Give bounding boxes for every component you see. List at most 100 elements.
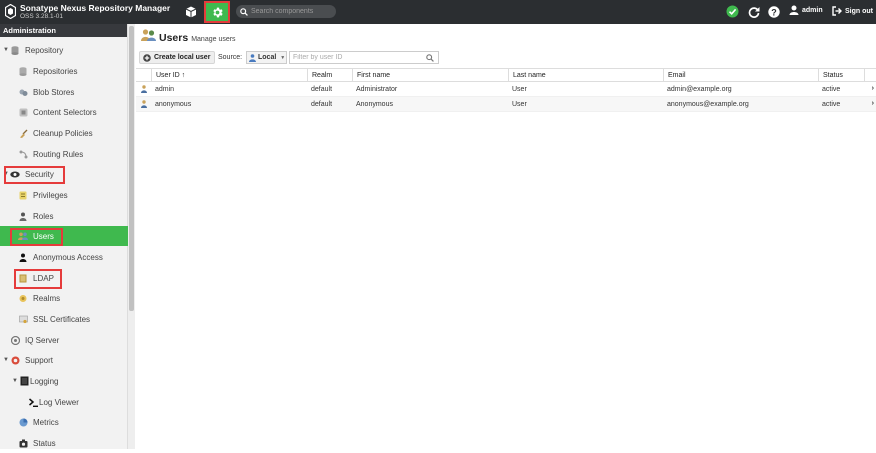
cell-realm: default (311, 85, 333, 93)
sidebar-item-realms[interactable]: Realms (0, 288, 128, 308)
caret-down-icon: ▼ (3, 357, 9, 363)
sidebar-item-label: Users (33, 231, 54, 241)
user-icon (141, 100, 147, 108)
sidebar-item-anonymous-access[interactable]: Anonymous Access (0, 247, 128, 267)
chevron-right-icon[interactable]: › (872, 85, 874, 92)
sidebar-item-repository[interactable]: ▼ Repository (0, 40, 128, 60)
table-row[interactable]: admin default Administrator User admin@e… (136, 82, 876, 97)
caret-down-icon: ▼ (3, 171, 9, 177)
administration-button[interactable] (204, 1, 230, 23)
database-icon (18, 66, 28, 76)
column-header-realm[interactable]: Realm (307, 69, 353, 81)
caret-down-icon: ▼ (12, 378, 18, 384)
ldap-book-icon (18, 273, 28, 283)
sidebar-item-label: IQ Server (25, 335, 60, 345)
status-icon (18, 438, 28, 448)
search-input[interactable] (251, 8, 335, 15)
sidebar-scroll-thumb[interactable] (129, 26, 134, 311)
user-menu[interactable]: admin (789, 5, 823, 15)
sign-out-label: Sign out (845, 7, 873, 15)
realms-icon (18, 293, 28, 303)
user-id-filter[interactable] (289, 51, 439, 64)
sign-out-icon (832, 6, 842, 16)
sidebar-item-metrics[interactable]: Metrics (0, 412, 128, 432)
sidebar-item-label: Cleanup Policies (33, 128, 93, 138)
sidebar-item-logging[interactable]: ▼ Logging (0, 371, 128, 391)
sidebar-item-privileges[interactable]: Privileges (0, 185, 128, 205)
source-value: Local (258, 54, 277, 61)
sidebar-item-label: SSL Certificates (33, 314, 91, 324)
sidebar-item-repositories[interactable]: Repositories (0, 61, 128, 81)
users-toolbar: Create local user Source: Local ▼ (136, 51, 876, 65)
table-row[interactable]: anonymous default Anonymous User anonymo… (136, 97, 876, 112)
page-title: Users (159, 32, 189, 44)
source-select[interactable]: Local ▼ (246, 51, 287, 64)
broom-icon (18, 128, 28, 138)
cell-last-name: User (512, 100, 527, 108)
sidebar-scrollbar[interactable] (128, 24, 135, 449)
sidebar-item-log-viewer[interactable]: Log Viewer (0, 392, 128, 412)
cell-realm: default (311, 100, 333, 108)
help-button[interactable]: ? (767, 5, 780, 18)
sidebar-item-label: Content Selectors (33, 107, 97, 117)
sidebar-item-blob-stores[interactable]: Blob Stores (0, 82, 128, 102)
sidebar: Administration ▼ Repository Repositories… (0, 24, 128, 449)
user-icon (789, 5, 799, 15)
logging-icon (19, 376, 29, 386)
cube-icon (185, 6, 197, 18)
sign-out-button[interactable]: Sign out (832, 6, 873, 16)
system-status-button[interactable] (726, 5, 739, 18)
component-search[interactable] (236, 5, 336, 18)
cell-first-name: Anonymous (356, 100, 393, 108)
refresh-icon (748, 6, 760, 18)
caret-down-icon: ▼ (3, 47, 9, 53)
search-icon (426, 54, 434, 62)
sidebar-item-label: Privileges (33, 190, 68, 200)
plus-circle-icon (143, 53, 151, 62)
sidebar-item-label: Routing Rules (33, 149, 84, 159)
sidebar-item-ssl-certificates[interactable]: SSL Certificates (0, 309, 128, 329)
column-header-email[interactable]: Email (663, 69, 819, 81)
column-header-last-name[interactable]: Last name (508, 69, 664, 81)
browse-button[interactable] (182, 3, 200, 21)
check-circle-icon (726, 5, 739, 18)
user-icon (141, 85, 147, 93)
sidebar-item-content-selectors[interactable]: Content Selectors (0, 102, 128, 122)
cell-first-name: Administrator (356, 85, 398, 93)
terminal-icon (28, 397, 38, 407)
sidebar-item-cleanup-policies[interactable]: Cleanup Policies (0, 123, 128, 143)
sidebar-item-status[interactable]: Status (0, 433, 128, 453)
column-header-user-id[interactable]: User ID ↑ (151, 69, 312, 81)
filter-input[interactable] (293, 54, 423, 61)
sidebar-item-support[interactable]: ▼ Support (0, 350, 128, 370)
column-header-first-name[interactable]: First name (352, 69, 508, 81)
app-version: OSS 3.28.1-01 (20, 13, 63, 20)
sidebar-item-roles[interactable]: Roles (0, 206, 128, 226)
cell-user-id: anonymous (155, 100, 192, 108)
nexus-logo-icon (5, 4, 16, 19)
username-label: admin (802, 6, 823, 14)
users-icon (141, 29, 156, 41)
sidebar-item-users[interactable]: Users (0, 226, 128, 246)
create-local-user-button[interactable]: Create local user (139, 51, 216, 64)
sidebar-item-ldap[interactable]: LDAP (0, 268, 128, 288)
sidebar-item-label: Repository (25, 45, 64, 55)
page-subtitle: Manage users (191, 36, 236, 43)
sidebar-item-security[interactable]: ▼ Security (0, 164, 128, 184)
top-bar: Sonatype Nexus Repository Manager OSS 3.… (0, 0, 876, 24)
search-icon (240, 7, 248, 16)
cell-email: anonymous@example.org (667, 100, 749, 108)
sidebar-item-label: Metrics (33, 417, 59, 427)
certificate-icon (18, 314, 28, 324)
database-icon (10, 45, 20, 55)
gear-icon (212, 7, 223, 17)
sidebar-item-routing-rules[interactable]: Routing Rules (0, 144, 128, 164)
source-label: Source: (218, 54, 243, 61)
column-header-status[interactable]: Status (818, 69, 864, 81)
sidebar-item-iq-server[interactable]: IQ Server (0, 330, 128, 350)
anonymous-icon (18, 252, 28, 262)
refresh-button[interactable] (748, 5, 760, 18)
sidebar-item-label: Roles (33, 211, 54, 221)
chevron-right-icon[interactable]: › (872, 100, 874, 107)
cell-last-name: User (512, 85, 527, 93)
